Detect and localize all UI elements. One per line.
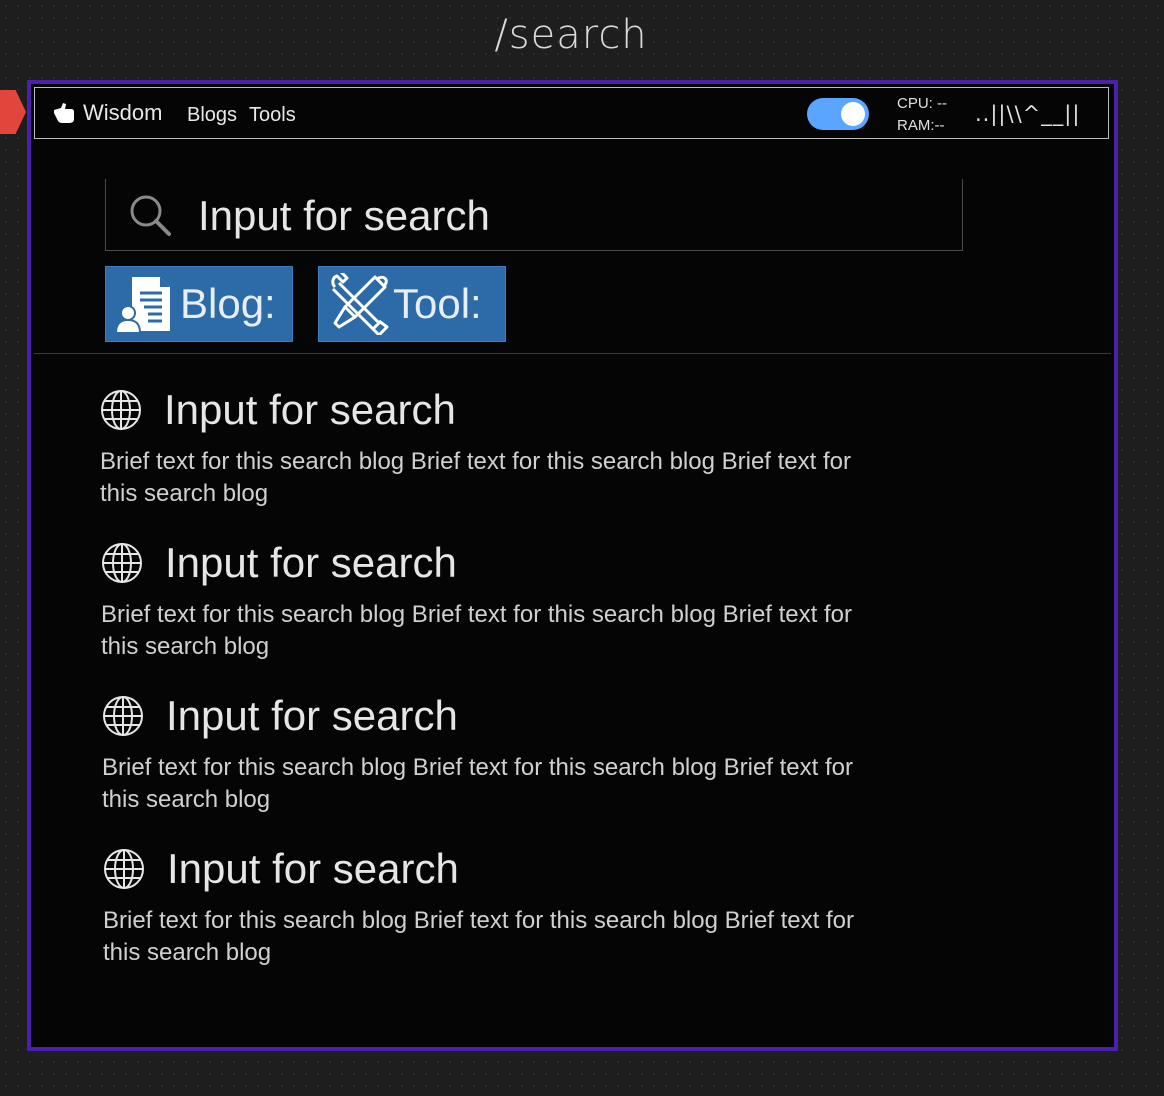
globe-icon [104,849,144,889]
page-title: /search [494,12,648,58]
result-snippet: Brief text for this search blog Brief te… [101,601,852,660]
cpu-stat: CPU: -- [897,95,947,112]
system-stats: CPU: -- RAM:-- [897,93,947,137]
nav-link-tools[interactable]: Tools [249,104,296,127]
result-item: Input for search Brief text for this sea… [103,845,893,969]
search-input[interactable] [196,189,940,243]
result-title: Input for search [165,539,457,586]
hand-pointer-icon [54,103,74,123]
globe-icon [103,696,143,736]
result-link[interactable]: Input for search [103,845,893,893]
nav-link-blogs[interactable]: Blogs [187,104,237,127]
blog-document-icon [114,277,170,334]
tools-icon [331,273,389,335]
result-title: Input for search [166,692,458,739]
side-marker [0,90,26,134]
result-snippet: Brief text for this search blog Brief te… [100,448,851,507]
result-item: Input for search Brief text for this sea… [100,386,890,510]
result-link[interactable]: Input for search [102,692,892,740]
result-link[interactable]: Input for search [101,539,891,587]
result-snippet: Brief text for this search blog Brief te… [103,907,854,966]
result-title: Input for search [167,845,459,892]
ram-stat: RAM:-- [897,117,945,134]
theme-toggle[interactable] [807,98,869,130]
brand-link[interactable]: Wisdom [51,100,162,126]
top-navbar: Wisdom Blogs Tools CPU: -- RAM:-- ..||\\… [34,87,1109,139]
result-link[interactable]: Input for search [100,386,890,434]
blog-filter-button[interactable]: Blog: [105,266,293,342]
tool-filter-button[interactable]: Tool: [318,266,506,342]
tool-filter-label: Tool: [393,280,482,327]
toggle-knob [841,102,865,126]
brand-name: Wisdom [83,100,163,125]
app-frame: Wisdom Blogs Tools CPU: -- RAM:-- ..||\\… [27,80,1118,1051]
blog-filter-label: Blog: [180,280,276,327]
globe-icon [101,390,141,430]
result-title: Input for search [164,386,456,433]
globe-icon [102,543,142,583]
result-item: Input for search Brief text for this sea… [101,539,891,663]
search-icon [130,195,171,236]
search-box[interactable] [105,179,963,251]
section-divider [34,353,1111,354]
result-item: Input for search Brief text for this sea… [102,692,892,816]
signal-indicator: ..||\\^__|| [975,102,1081,126]
result-snippet: Brief text for this search blog Brief te… [102,754,853,813]
